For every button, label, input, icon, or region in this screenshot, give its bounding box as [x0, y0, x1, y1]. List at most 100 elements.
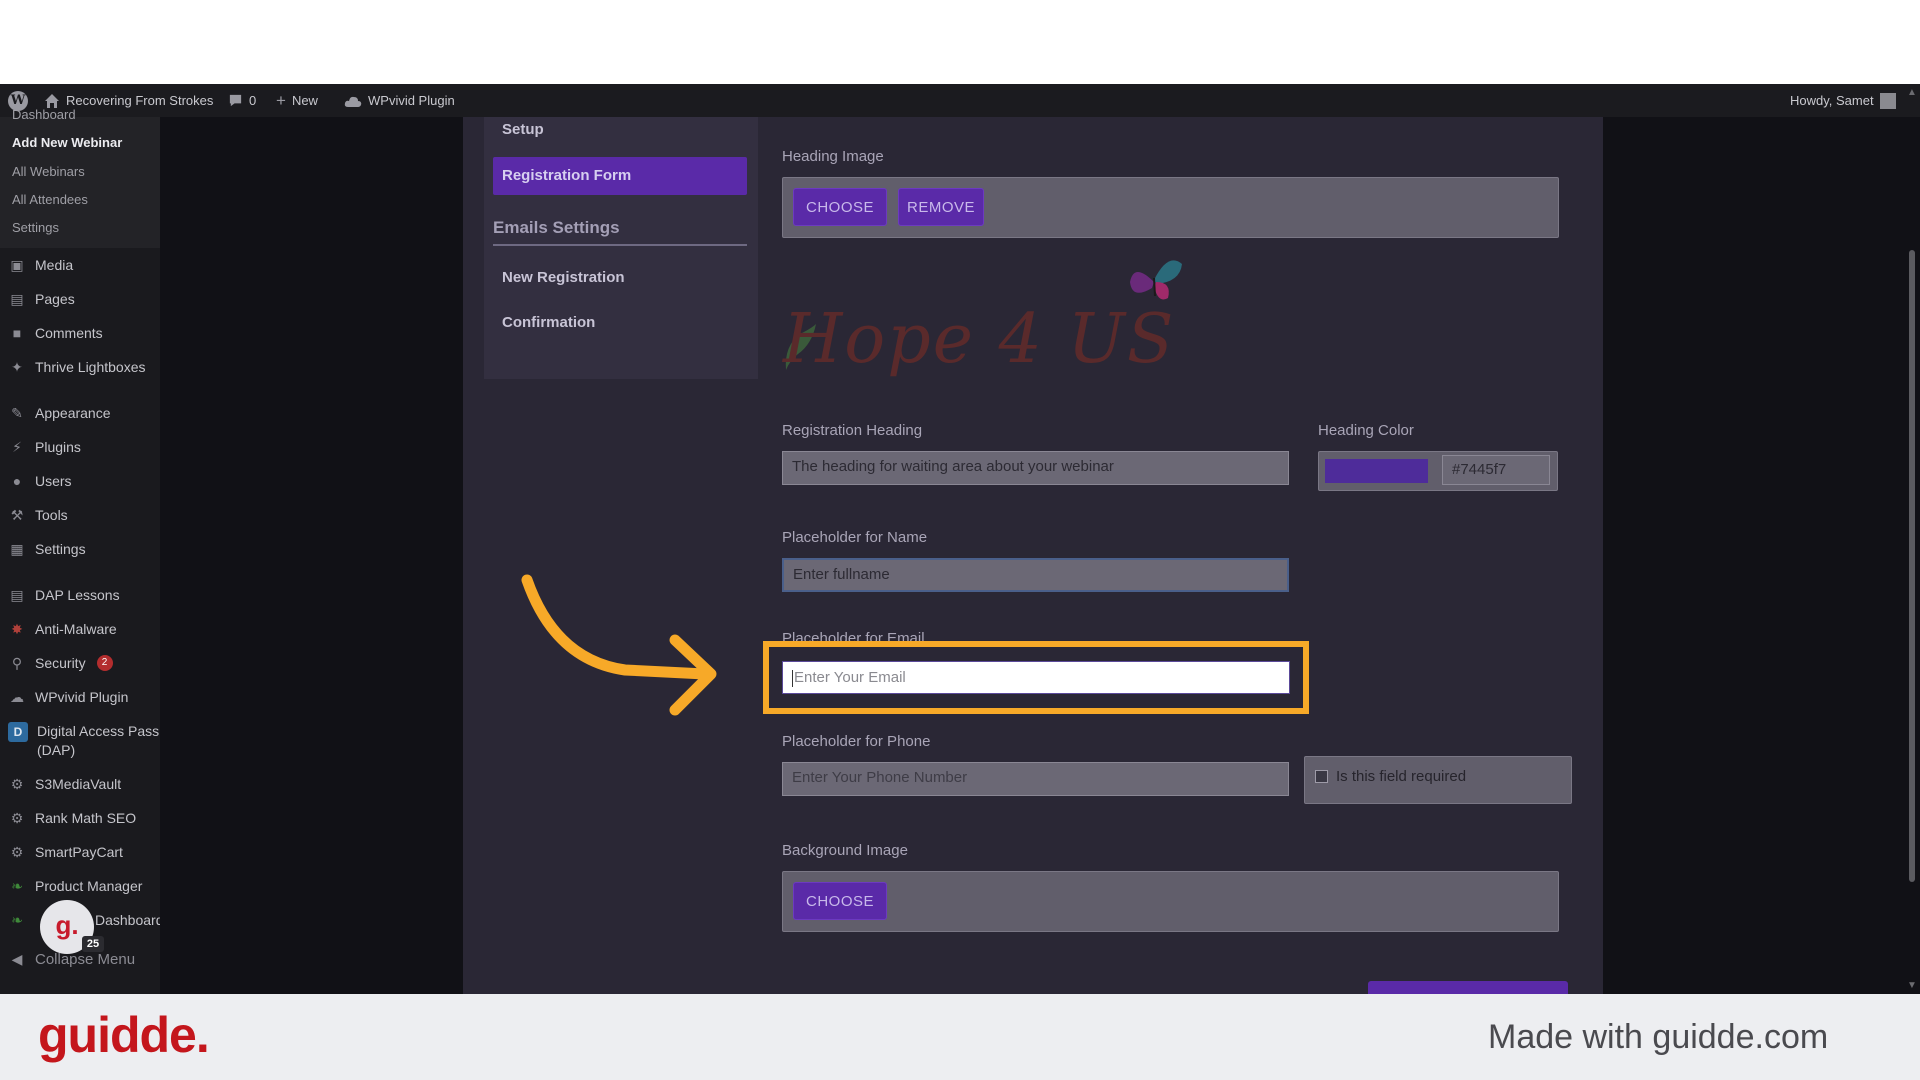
registration-heading-label: Registration Heading [782, 422, 923, 439]
admin-bar: W Recovering From Strokes 0 + New WPvivi… [0, 84, 1920, 117]
nav-registration-form[interactable]: Registration Form [493, 157, 747, 195]
sidebar-item-anti-malware[interactable]: ✸ Anti-Malware [8, 620, 117, 638]
wpvivid-label: WPvivid Plugin [368, 93, 455, 108]
nav-new-registration[interactable]: New Registration [502, 269, 625, 286]
security-badge: 2 [96, 655, 113, 671]
heading-image-label: Heading Image [782, 148, 884, 165]
submenu-all-attendees[interactable]: All Attendees [12, 192, 88, 207]
background-image-box [782, 871, 1559, 932]
scroll-up-icon[interactable]: ▲ [1907, 87, 1917, 98]
sidebar-item-thrive-lightboxes[interactable]: ✦ Thrive Lightboxes [8, 358, 146, 376]
dap-label-line2: (DAP) [37, 742, 76, 758]
sidebar-item-tools[interactable]: ⚒ Tools [8, 506, 68, 524]
sidebar-item-label: SmartPayCart [35, 844, 123, 860]
sidebar-item-label: Comments [35, 325, 103, 341]
sidebar-item-security[interactable]: ⚲ Security 2 [8, 654, 113, 672]
email-placeholder-input[interactable]: Enter Your Email [782, 661, 1290, 694]
submenu-all-webinars[interactable]: All Webinars [12, 164, 85, 179]
nav-setup[interactable]: Setup [502, 121, 544, 138]
wpvivid-link[interactable]: WPvivid Plugin [344, 84, 455, 117]
sidebar-item-media[interactable]: ▣ Media [8, 256, 73, 274]
registration-heading-input[interactable]: The heading for waiting area about your … [782, 451, 1289, 485]
comments-icon: ■ [12, 325, 22, 341]
sidebar-item-plugins[interactable]: ⚡ Plugins [8, 438, 81, 456]
malware-icon: ✸ [11, 620, 23, 637]
submenu-settings[interactable]: Settings [12, 220, 59, 235]
required-checkbox[interactable] [1315, 770, 1328, 783]
plus-icon: + [276, 91, 286, 110]
pages-icon: ▤ [10, 290, 24, 307]
user-avatar [1879, 92, 1896, 109]
phone-placeholder-label: Placeholder for Phone [782, 733, 931, 750]
emails-settings-heading: Emails Settings [493, 218, 747, 246]
collapse-label: Collapse Menu [35, 950, 136, 968]
nav-confirmation[interactable]: Confirmation [502, 314, 595, 331]
pin-icon: ✦ [11, 358, 23, 375]
sidebar-item-comments[interactable]: ■ Comments [8, 324, 103, 342]
arrow-annotation-icon [521, 574, 717, 716]
gear-icon: ⚙ [10, 809, 24, 826]
phone-placeholder-input[interactable]: Enter Your Phone Number [782, 762, 1289, 796]
sidebar-item-label: Anti-Malware [35, 621, 117, 637]
sidebar-item-label: Users [35, 473, 72, 489]
scrollbar-thumb[interactable] [1909, 250, 1915, 882]
sidebar-item-dap-lessons[interactable]: ▤ DAP Lessons [8, 586, 120, 604]
scroll-down-icon[interactable]: ▼ [1907, 980, 1917, 991]
sidebar-item-dap[interactable]: D Digital Access Pass (DAP) [8, 722, 159, 760]
sidebar-item-label: Security [35, 655, 86, 671]
save-button[interactable] [1368, 981, 1568, 994]
gear-icon: ⚙ [10, 843, 24, 860]
settings-icon: ▦ [10, 540, 24, 557]
name-placeholder-input[interactable]: Enter fullname [782, 558, 1289, 592]
sidebar-item-smartpaycart[interactable]: ⚙ SmartPayCart [8, 843, 123, 861]
book-icon: ▤ [10, 586, 24, 603]
sidebar-item-label: Thrive Lightboxes [35, 359, 146, 375]
name-placeholder-label: Placeholder for Name [782, 529, 928, 546]
sidebar-item-label: Pages [35, 291, 75, 307]
webinar-submenu: Dashboard Add New Webinar All Webinars A… [0, 107, 160, 248]
sidebar-item-pages[interactable]: ▤ Pages [8, 290, 75, 308]
heading-color-input[interactable]: #7445f7 [1442, 455, 1550, 485]
sidebar-item-settings[interactable]: ▦ Settings [8, 540, 85, 558]
submenu-dashboard[interactable]: Dashboard [12, 107, 76, 122]
sidebar-item-wpvivid[interactable]: ☁ WPvivid Plugin [8, 688, 128, 706]
sidebar-item-appearance[interactable]: ✎ Appearance [8, 404, 110, 422]
sidebar-item-label: Product Manager [35, 878, 143, 894]
brush-icon: ✎ [11, 404, 23, 421]
sidebar-item-s3mediavault[interactable]: ⚙ S3MediaVault [8, 775, 121, 793]
lock-icon: ⚲ [11, 654, 23, 671]
new-content-link[interactable]: + New [276, 84, 318, 117]
gear-icon: ⚙ [10, 775, 24, 792]
media-icon: ▣ [10, 256, 24, 273]
email-placeholder-value: Enter Your Email [794, 669, 906, 686]
howdy-text: Howdy, Samet [1790, 93, 1874, 108]
cloud-icon: ☁ [10, 688, 24, 705]
sidebar-item-product-manager[interactable]: ❧ Product Manager [8, 877, 142, 895]
sidebar-item-label: DAP Lessons [35, 587, 120, 603]
color-swatch[interactable] [1325, 459, 1428, 483]
sidebar-item-label-dap: Digital Access Pass (DAP) [37, 722, 159, 760]
guidde-avatar-badge: 25 [82, 936, 104, 952]
made-with-text: Made with guidde.com [1488, 1018, 1829, 1056]
comments-link[interactable]: 0 [228, 84, 256, 117]
sidebar-item-label: WPvivid Plugin [35, 689, 129, 705]
sidebar-item-rank-math[interactable]: ⚙ Rank Math SEO [8, 809, 136, 827]
comments-count: 0 [249, 93, 257, 108]
top-white-band [0, 0, 1920, 84]
dap-label-line1: Digital Access Pass [37, 723, 160, 739]
site-name: Recovering From Strokes [66, 93, 214, 108]
sidebar-item-label: S3MediaVault [35, 776, 122, 792]
sidebar-item-users[interactable]: ● Users [8, 472, 72, 490]
submenu-add-new-webinar[interactable]: Add New Webinar [12, 135, 122, 150]
leaf-icon: ❧ [11, 877, 23, 894]
dap-icon: D [8, 722, 28, 742]
heading-image-choose-button[interactable]: CHOOSE [793, 188, 887, 226]
heading-image-remove-button[interactable]: REMOVE [898, 188, 984, 226]
sidebar-item-label: Rank Math SEO [35, 810, 137, 826]
wrench-icon: ⚒ [10, 506, 24, 523]
sidebar-item-label: Media [35, 257, 74, 273]
collapse-icon: ◀ [11, 950, 23, 967]
background-image-choose-button[interactable]: CHOOSE [793, 882, 887, 920]
account-menu[interactable]: Howdy, Samet [1790, 84, 1896, 117]
comment-icon [229, 94, 242, 107]
